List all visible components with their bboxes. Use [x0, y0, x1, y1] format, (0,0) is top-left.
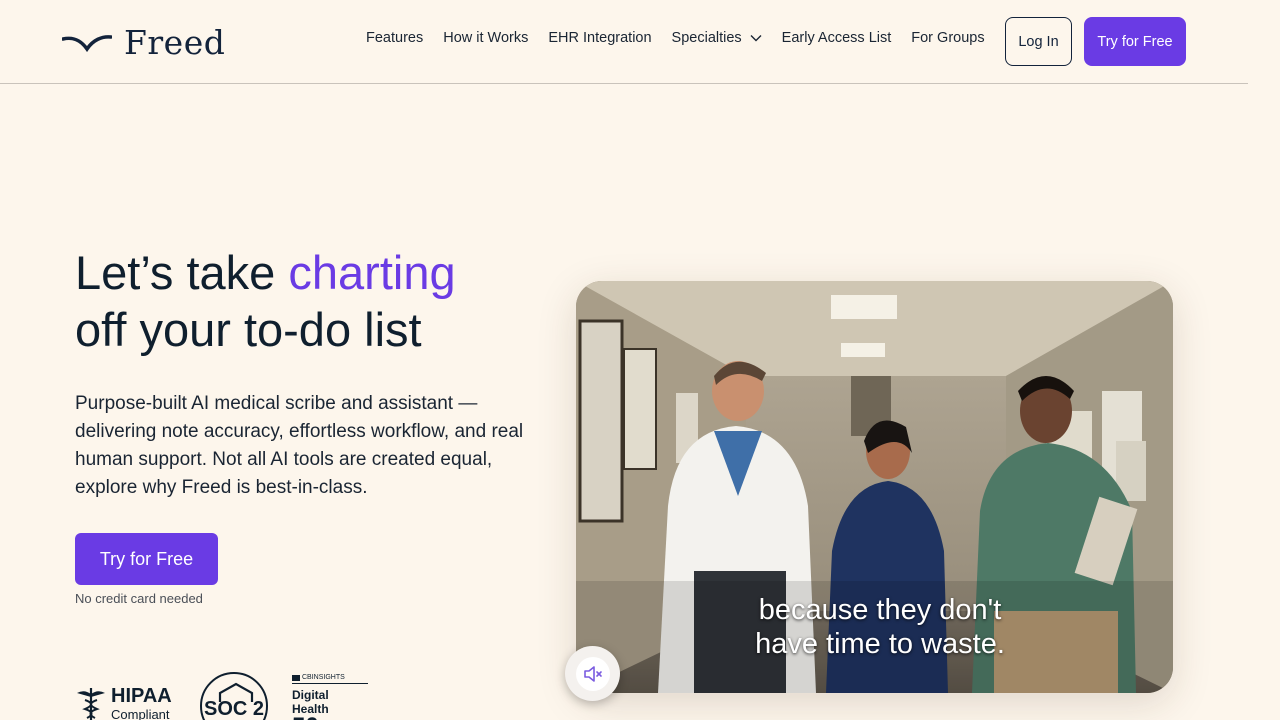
caption-line-1: because they don't — [758, 594, 1002, 626]
nav-specialties-label: Specialties — [671, 30, 742, 46]
soc2-text: SOC 2 — [203, 698, 265, 720]
hipaa-badge: HIPAA Compliant — [75, 686, 172, 720]
headline-accent: charting — [288, 246, 456, 299]
nav-for-groups[interactable]: For Groups — [911, 30, 984, 46]
nav-how-it-works-label: How it Works — [443, 30, 529, 46]
hipaa-title: HIPAA — [111, 685, 172, 707]
nav-ehr-integration[interactable]: EHR Integration — [548, 30, 651, 46]
nav-for-groups-label: For Groups — [911, 30, 985, 46]
speaker-muted-icon — [583, 665, 602, 682]
nav-early-access-label: Early Access List — [781, 30, 892, 46]
caduceus-icon — [77, 688, 105, 720]
hipaa-sub: Compliant — [111, 707, 170, 720]
hero-video[interactable]: because they don't have time to waste. — [576, 281, 1173, 693]
video-caption: because they don't have time to waste. — [676, 593, 1084, 661]
mute-toggle-button[interactable] — [565, 646, 620, 701]
hero-subtext: Purpose-built AI medical scribe and assi… — [75, 393, 524, 498]
try-free-hero-button[interactable]: Try for Free — [75, 533, 218, 585]
site-header: Freed Features How it Works EHR Integrat… — [0, 0, 1248, 84]
headline-part1: Let’s take — [75, 246, 289, 299]
cb-insights-label: CBINSIGHTS — [302, 674, 345, 681]
caption-line-2: have time to waste. — [755, 628, 1005, 660]
nav-early-access[interactable]: Early Access List — [782, 30, 892, 46]
cb-number: 50 — [292, 715, 368, 720]
main-nav: Features How it Works EHR Integration Sp… — [366, 30, 985, 46]
login-button[interactable]: Log In — [1005, 17, 1072, 66]
cb-insights-badge: CBINSIGHTS Digital Health 50 — [292, 674, 368, 720]
headline-part2: off your to-do list — [75, 303, 422, 356]
hero-headline: Let’s take charting off your to-do list — [75, 244, 456, 358]
soc2-badge: SOC 2 — [200, 672, 268, 720]
nav-ehr-integration-label: EHR Integration — [548, 30, 652, 46]
chevron-down-icon — [750, 34, 762, 42]
freed-wing-icon — [62, 35, 112, 52]
nav-specialties[interactable]: Specialties — [672, 30, 762, 46]
no-credit-card-note: No credit card needed — [75, 591, 203, 606]
nav-features-label: Features — [366, 30, 424, 46]
cb-insights-header: CBINSIGHTS — [292, 674, 368, 684]
logo-wordmark: Freed — [124, 22, 226, 62]
cb-logo-icon — [292, 674, 300, 681]
mute-button-inner — [575, 656, 610, 691]
freed-logo[interactable]: Freed — [62, 22, 225, 62]
try-free-nav-button[interactable]: Try for Free — [1084, 17, 1186, 66]
nav-features[interactable]: Features — [366, 30, 423, 46]
nav-how-it-works[interactable]: How it Works — [443, 30, 528, 46]
cb-title: Digital Health — [292, 688, 329, 716]
